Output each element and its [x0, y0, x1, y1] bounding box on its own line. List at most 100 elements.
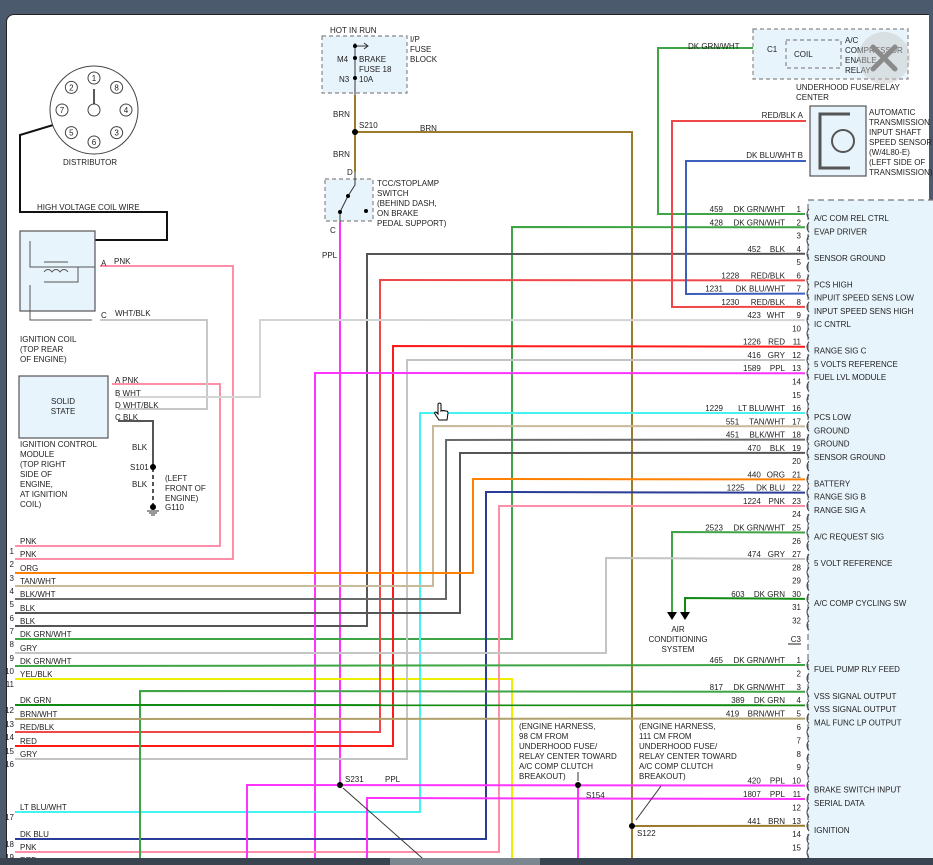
- splice-note: RELAY CENTER TOWARD: [639, 752, 737, 761]
- wire-label: BLK: [132, 480, 148, 489]
- left-wire-color: DK GRN: [20, 696, 51, 705]
- pin-number: 6: [797, 271, 802, 280]
- splice-label: S210: [359, 121, 378, 130]
- splice-note: 98 CM FROM: [519, 732, 569, 741]
- splice-note: BREAKOUT): [639, 772, 686, 781]
- left-wire-number: 4: [10, 587, 15, 596]
- left-wire-number: 5: [10, 600, 15, 609]
- splice-dot: [352, 129, 358, 135]
- circuit-color: DK GRN/WHT: [733, 656, 785, 665]
- distributor-label: DISTRIBUTOR: [63, 158, 117, 167]
- circuit-color: DK GRN: [754, 590, 785, 599]
- pin-number: 30: [792, 590, 801, 599]
- circuit-number: 603: [731, 590, 745, 599]
- circuit-number: 1230: [721, 298, 739, 307]
- pin-number: 2: [797, 218, 802, 227]
- splice-note: A/C COMP CLUTCH: [519, 762, 593, 771]
- terminal-number: 1: [92, 74, 97, 83]
- pin-number: 20: [792, 457, 801, 466]
- icm-name: (TOP RIGHT: [20, 460, 66, 469]
- speed-sensor-name: INPUT SHAFT: [869, 128, 921, 137]
- splice-dot: [150, 464, 156, 470]
- pin-number: 1: [797, 205, 802, 214]
- splice-dot: [629, 823, 635, 829]
- dot: [338, 210, 342, 214]
- pin-number: 3: [797, 232, 802, 241]
- pin-function: BRAKE SWITCH INPUT: [814, 786, 901, 795]
- pin-number: 8: [797, 750, 802, 759]
- icm-name: AT IGNITION: [20, 490, 67, 499]
- circuit-color: DK BLU/WHT: [736, 285, 785, 294]
- circuit-number: 2523: [705, 523, 723, 532]
- icm-name: COIL): [20, 500, 42, 509]
- pin-function: BATTERY: [814, 479, 851, 488]
- circuit-color: PPL: [770, 364, 786, 373]
- left-wire-color: BLK: [20, 617, 36, 626]
- circuit-number: 420: [747, 777, 761, 786]
- pin-b: DK BLU/WHT B: [746, 151, 803, 160]
- pin-function: INPUT SPEED SENS HIGH: [814, 307, 914, 316]
- splice-dot: [337, 782, 343, 788]
- pin-function: GROUND: [814, 440, 850, 449]
- pin-number: 24: [792, 510, 801, 519]
- pin-number: 10: [792, 324, 801, 333]
- splice-note: A/C COMP CLUTCH: [639, 762, 713, 771]
- circuit-number: 470: [747, 444, 761, 453]
- dot: [346, 194, 350, 198]
- left-wire-color: PNK: [20, 843, 37, 852]
- left-wire-number: 18: [5, 840, 14, 849]
- pin-a: A: [101, 259, 107, 268]
- pin-function: A/C COMP CYCLING SW: [814, 599, 907, 608]
- pin-number: 27: [792, 550, 801, 559]
- icm-pin: B WHT: [115, 389, 141, 398]
- wire-label: BRN: [333, 150, 350, 159]
- pin-number: 4: [797, 245, 802, 254]
- pin-number: 23: [792, 497, 801, 506]
- pin-function: FUEL PUMP RLY FEED: [814, 665, 900, 674]
- left-wire-number: 14: [5, 733, 14, 742]
- scrollbar-thumb[interactable]: [390, 858, 540, 865]
- splice-note: (ENGINE HARNESS,: [519, 722, 595, 731]
- terminal-number: 6: [92, 138, 97, 147]
- left-wire-number: 9: [10, 654, 15, 663]
- arrow-icon: [667, 612, 677, 620]
- tcc-switch-name: SWITCH: [377, 189, 409, 198]
- pin-function: INPUIT SPEED SENS LOW: [814, 294, 914, 303]
- wire-connector_c2-13: [314, 371, 806, 865]
- icm-pin: C BLK: [115, 413, 139, 422]
- circuit-color: DK GRN/WHT: [733, 218, 785, 227]
- fuse-label: BRAKE: [359, 55, 386, 64]
- fuse-block-name: BLOCK: [410, 55, 438, 64]
- pin-number: 10: [792, 777, 801, 786]
- left-wire-color: DK GRN/WHT: [20, 630, 72, 639]
- circuit-color: ORG: [767, 470, 785, 479]
- left-wire-color: TAN/WHT: [20, 577, 56, 586]
- arrow-icon: [680, 612, 690, 620]
- center-label: UNDERHOOD FUSE/RELAY: [796, 83, 901, 92]
- connector-c3-label: C3: [791, 635, 802, 644]
- close-button[interactable]: [858, 32, 910, 84]
- m4-label: M4: [337, 55, 349, 64]
- circuit-number: 452: [747, 245, 761, 254]
- left-wire-number: 3: [10, 574, 15, 583]
- pin-number: 18: [792, 431, 801, 440]
- pin-number: 13: [792, 817, 801, 826]
- pin-number: 11: [793, 338, 802, 347]
- circuit-number: 423: [747, 311, 761, 320]
- pin-number: 9: [797, 311, 802, 320]
- pin-number: 7: [797, 285, 802, 294]
- speed-sensor-name: AUTOMATIC: [869, 108, 916, 117]
- circuit-color: TAN/WHT: [749, 417, 785, 426]
- pin-function: PCS HIGH: [814, 280, 853, 289]
- circuit-color: RED/BLK: [751, 298, 786, 307]
- splice-note: 111 CM FROM: [639, 732, 692, 741]
- wire-label: PPL: [322, 251, 338, 260]
- circuit-color: DK GRN: [754, 696, 785, 705]
- terminal-number: 5: [69, 129, 74, 138]
- circuit-number: 419: [726, 710, 740, 719]
- wire-connector_c2-25: [671, 530, 806, 612]
- horizontal-scrollbar[interactable]: [0, 858, 933, 865]
- hot-in-run-label: HOT IN RUN: [330, 26, 377, 35]
- ground-location: FRONT OF: [165, 484, 206, 493]
- distributor-rotor: [87, 103, 101, 117]
